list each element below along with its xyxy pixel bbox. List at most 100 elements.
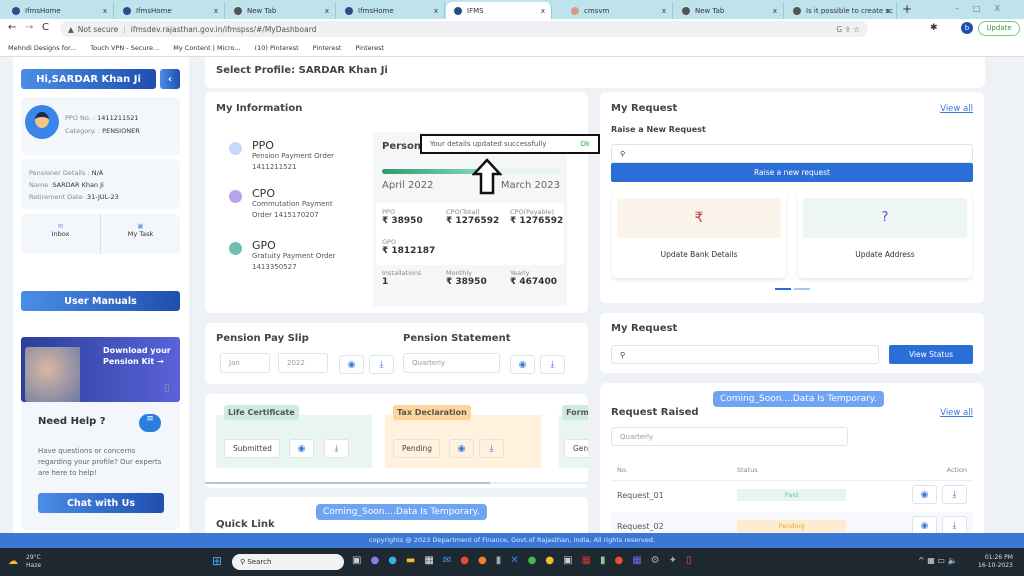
raise-request-button[interactable]: Raise a new request xyxy=(611,163,973,182)
app-icon[interactable]: ▣ xyxy=(563,555,572,566)
download-cert-button[interactable]: ⤓ xyxy=(324,439,349,458)
firefox-icon[interactable]: ● xyxy=(478,555,487,566)
store-icon[interactable]: ▦ xyxy=(424,555,433,566)
extensions-icon[interactable]: ✱ xyxy=(930,23,938,33)
request-search-input[interactable]: ⚲ xyxy=(611,144,973,163)
new-tab-icon[interactable]: + xyxy=(902,2,912,16)
close-tab-icon[interactable]: x xyxy=(773,7,777,15)
forward-icon[interactable]: → xyxy=(25,22,33,33)
chrome-icon[interactable]: ● xyxy=(528,555,537,566)
cpo-payable-label: CPO(Payable) xyxy=(510,208,555,216)
section-title: My Information xyxy=(216,103,303,114)
windows-start-icon[interactable]: ⊞ xyxy=(212,554,222,568)
teams-icon[interactable]: ▦ xyxy=(632,555,641,566)
eye-icon: ◉ xyxy=(347,359,356,370)
order-code: GPO xyxy=(252,239,276,252)
pension-kit-banner[interactable]: Download your Pension Kit → ▯ xyxy=(21,337,180,402)
close-tab-icon[interactable]: x xyxy=(103,7,107,15)
settings-icon[interactable]: ⚙ xyxy=(651,555,660,566)
view-cert-button[interactable]: ◉ xyxy=(289,439,314,458)
browser-tab[interactable]: Is it possible to create sc x xyxy=(785,2,897,19)
view-status-button[interactable]: View Status xyxy=(889,345,973,364)
browser-tab-active[interactable]: IFMS x xyxy=(446,2,552,19)
toast-message: Your details updated successfully xyxy=(430,140,547,148)
app-icon[interactable]: ▮ xyxy=(600,555,606,566)
horizontal-scrollbar[interactable] xyxy=(205,482,588,484)
weather-widget[interactable]: 29°C Haze xyxy=(26,554,41,570)
name-label: Name : xyxy=(29,181,53,189)
explorer-icon[interactable]: ▬ xyxy=(406,555,415,566)
vscode-icon[interactable]: ✕ xyxy=(510,555,518,566)
bookmark[interactable]: Mehndi Designs for... xyxy=(8,44,76,52)
profile-avatar[interactable]: b xyxy=(961,22,973,34)
browser-tab[interactable]: New Tab x xyxy=(226,2,336,19)
teams-icon[interactable]: ● xyxy=(370,555,379,566)
close-tab-icon[interactable]: x xyxy=(434,7,438,15)
view-tax-button[interactable]: ◉ xyxy=(449,439,474,458)
chrome-icon[interactable]: ● xyxy=(545,555,554,566)
mytask-button[interactable]: ▣ My Task xyxy=(101,214,180,254)
app-icon[interactable]: ▯ xyxy=(686,555,692,566)
raised-period-select[interactable]: Quarterly xyxy=(611,427,848,446)
update-button[interactable]: Update xyxy=(978,21,1020,36)
download-icon: ⤓ xyxy=(952,489,957,500)
warning-icon: ▲ xyxy=(68,24,74,34)
chrome-icon[interactable]: ● xyxy=(460,555,469,566)
mail-icon[interactable]: ✉ xyxy=(443,555,451,566)
clock[interactable]: 01:26 PM 16-10-2023 xyxy=(978,554,1013,570)
update-bank-card[interactable]: ₹ Update Bank Details xyxy=(612,192,786,278)
month-select[interactable]: Jan xyxy=(220,353,270,373)
bookmark[interactable]: My Content | Micro... xyxy=(173,44,240,52)
app-icon[interactable]: ▦ xyxy=(582,555,591,566)
browser-tab[interactable]: New Tab x xyxy=(674,2,784,19)
reload-icon[interactable]: C xyxy=(42,22,49,33)
bookmark[interactable]: Touch VPN - Secure... xyxy=(90,44,159,52)
close-tab-icon[interactable]: x xyxy=(662,7,666,15)
browser-tab[interactable]: IfmsHome x xyxy=(337,2,445,19)
view-request-button[interactable]: ◉ xyxy=(912,485,937,504)
app-icon[interactable]: ▮ xyxy=(496,555,502,566)
toast-ok-button[interactable]: Ok xyxy=(580,140,590,148)
browser-tab[interactable]: IfmsHome x xyxy=(4,2,114,19)
browser-tab[interactable]: cmsvm x xyxy=(563,2,673,19)
download-request-button[interactable]: ⤓ xyxy=(942,485,967,504)
statement-period-select[interactable]: Quarterly xyxy=(403,353,500,373)
browser-tab[interactable]: IfmsHome x xyxy=(115,2,225,19)
view-all-link[interactable]: View all xyxy=(940,104,973,114)
download-tax-button[interactable]: ⤓ xyxy=(479,439,504,458)
bookmark[interactable]: Pinterest xyxy=(313,44,342,52)
edge-icon[interactable]: ● xyxy=(388,555,397,566)
bookmark[interactable]: Pinterest xyxy=(355,44,384,52)
update-address-card[interactable]: ? Update Address xyxy=(798,192,972,278)
cert-title: Form xyxy=(562,405,588,420)
pension-kit-link[interactable]: Download your Pension Kit → xyxy=(103,345,178,367)
close-tab-icon[interactable]: x xyxy=(886,7,890,15)
close-tab-icon[interactable]: x xyxy=(214,7,218,15)
collapse-sidebar-button[interactable]: ‹ xyxy=(160,69,180,89)
taskbar-search[interactable]: ⚲ Search xyxy=(232,554,344,570)
window-controls[interactable]: –□X xyxy=(955,4,1014,13)
status-search-input[interactable]: ⚲ xyxy=(611,345,879,364)
omnibox[interactable]: ▲ Not secure | ifmsdev.rajasthan.gov.in/… xyxy=(60,21,868,37)
view-payslip-button[interactable]: ◉ xyxy=(339,355,364,374)
view-all-link[interactable]: View all xyxy=(940,408,973,418)
view-statement-button[interactable]: ◉ xyxy=(510,355,535,374)
chat-button[interactable]: Chat with Us xyxy=(38,493,164,513)
close-tab-icon[interactable]: x xyxy=(325,7,329,15)
year-select[interactable]: 2022 xyxy=(278,353,328,373)
bookmark[interactable]: (10) Pinterest xyxy=(255,44,299,52)
download-payslip-button[interactable]: ⤓ xyxy=(369,355,394,374)
carousel-dot-active[interactable] xyxy=(775,288,791,290)
close-tab-icon[interactable]: x xyxy=(541,7,545,15)
download-statement-button[interactable]: ⤓ xyxy=(540,355,565,374)
app-icon[interactable]: ✦ xyxy=(669,555,677,566)
taskview-icon[interactable]: ▣ xyxy=(352,555,361,566)
back-icon[interactable]: ← xyxy=(8,22,16,33)
postman-icon[interactable]: ● xyxy=(614,555,623,566)
weather-text: Haze xyxy=(26,562,42,569)
carousel-dot[interactable] xyxy=(794,288,810,290)
gpo-amount-label: GPO xyxy=(382,238,397,246)
user-manuals-button[interactable]: User Manuals xyxy=(21,291,180,311)
tray-icons[interactable]: ^ ▦ ▭ 🔈 xyxy=(918,556,957,565)
inbox-button[interactable]: ✉ Inbox xyxy=(21,214,101,254)
